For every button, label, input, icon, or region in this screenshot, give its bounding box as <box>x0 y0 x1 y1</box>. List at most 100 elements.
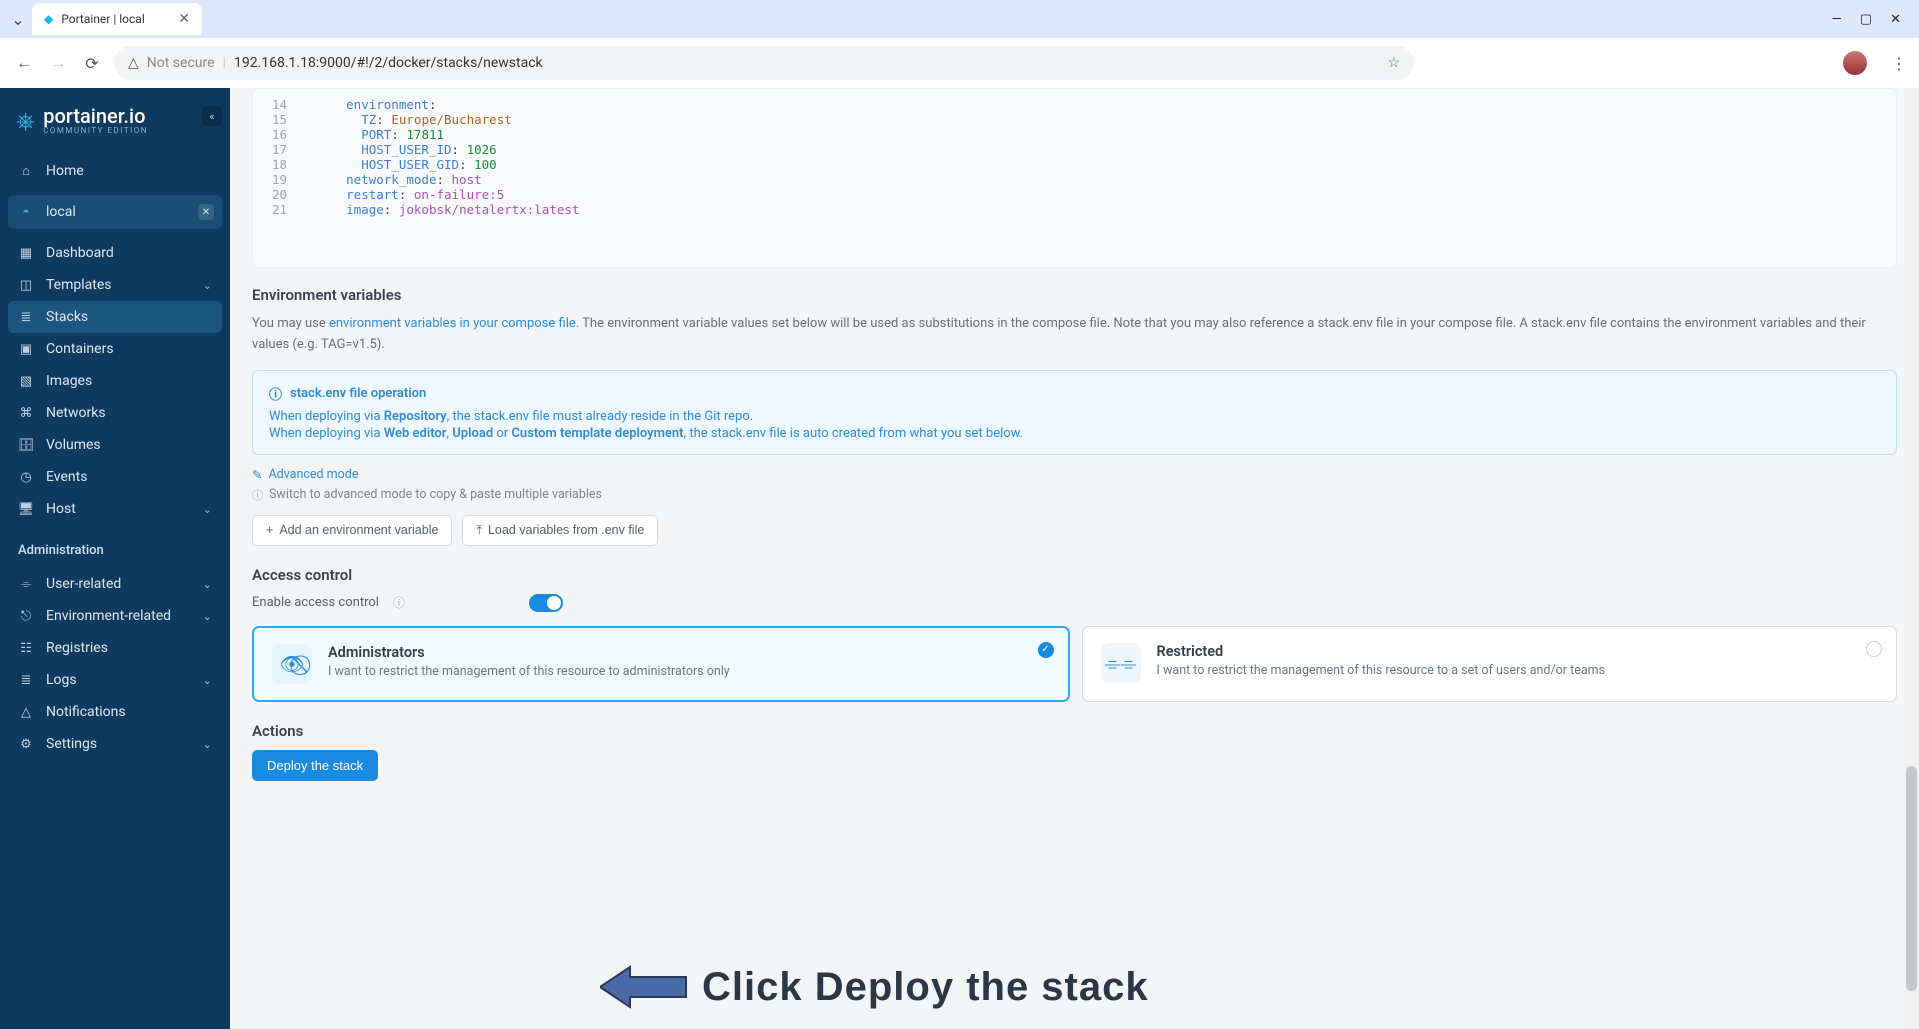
actions-heading: Actions <box>252 722 1897 740</box>
nav-icon: ≣ <box>18 673 34 688</box>
environment-name: local <box>46 204 76 220</box>
docker-icon: ◓ <box>18 204 34 220</box>
forward-icon[interactable]: → <box>46 53 70 73</box>
back-icon[interactable]: ← <box>12 53 36 73</box>
close-window-icon[interactable]: ✕ <box>1890 12 1901 27</box>
code-line: 21 image: jokobsk/netalertx:latest <box>253 202 1896 217</box>
portainer-logo-icon: ⎈ <box>16 107 35 135</box>
env-vars-help: You may use environment variables in you… <box>252 314 1897 356</box>
sidebar-item-user-related[interactable]: ⌯User-related⌄ <box>8 568 222 600</box>
annotation-text: Click Deploy the stack <box>702 965 1149 1010</box>
chevron-down-icon: ⌄ <box>203 610 212 623</box>
profile-avatar[interactable] <box>1843 51 1867 75</box>
env-close-icon[interactable]: ✕ <box>198 204 214 220</box>
sidebar-item-notifications[interactable]: △Notifications <box>8 696 222 728</box>
chevron-down-icon: ⌄ <box>203 578 212 591</box>
code-line: 16 PORT: 17811 <box>253 127 1896 142</box>
brand-logo[interactable]: ⎈ portainer.io COMMUNITY EDITION « <box>8 100 222 151</box>
hint-icon: ⓘ <box>252 487 263 503</box>
nav-icon: △ <box>18 705 34 720</box>
add-env-var-button[interactable]: + Add an environment variable <box>252 515 452 546</box>
upload-icon: ⤒ <box>476 523 482 538</box>
nav-icon: ▦ <box>18 246 34 261</box>
tabs-dropdown-icon[interactable]: ⌄ <box>8 10 28 29</box>
advanced-mode-link[interactable]: Advanced mode <box>268 467 358 482</box>
sidebar-environment[interactable]: ◓ local ✕ <box>8 195 222 229</box>
stackenv-info-box: ⓘ stack.env file operation When deployin… <box>252 370 1897 455</box>
code-editor[interactable]: 14 environment:15 TZ: Europe/Bucharest16… <box>252 88 1897 268</box>
card-selected-check-icon: ✓ <box>1038 642 1054 658</box>
code-line: 14 environment: <box>253 97 1896 112</box>
access-card-administrators[interactable]: 👁︎⃠ Administrators I want to restrict th… <box>252 626 1070 702</box>
nav-icon: ◫ <box>18 278 34 293</box>
chevron-down-icon: ⌄ <box>203 503 212 516</box>
annotation-overlay: Click Deploy the stack <box>600 963 1149 1011</box>
code-line: 20 restart: on-failure:5 <box>253 187 1896 202</box>
sidebar-item-events[interactable]: ◷Events <box>8 461 222 493</box>
url-text: 192.168.1.18:9000/#!/2/docker/stacks/new… <box>234 55 543 71</box>
nav-icon: ▧ <box>18 374 34 389</box>
code-line: 15 TZ: Europe/Bucharest <box>253 112 1896 127</box>
deploy-stack-button[interactable]: Deploy the stack <box>252 750 378 781</box>
not-secure-icon: △ <box>128 55 139 71</box>
window-controls: — ▢ ✕ <box>1832 12 1919 27</box>
env-vars-heading: Environment variables <box>252 286 1897 304</box>
chevron-down-icon: ⌄ <box>203 738 212 751</box>
sidebar-item-stacks[interactable]: ≣Stacks <box>8 301 222 333</box>
home-icon: ⌂ <box>18 163 34 179</box>
sidebar-item-environment-related[interactable]: ⎋Environment-related⌄ <box>8 600 222 632</box>
edit-icon: ✎ <box>252 467 262 483</box>
sidebar: ⎈ portainer.io COMMUNITY EDITION « ⌂ Hom… <box>0 88 230 1029</box>
bookmark-star-icon[interactable]: ☆ <box>1387 55 1400 71</box>
sidebar-home[interactable]: ⌂ Home <box>8 155 222 187</box>
access-card-restricted[interactable]: ⌯⌯ Restricted I want to restrict the man… <box>1082 626 1898 702</box>
reload-icon[interactable]: ⟳ <box>80 54 104 73</box>
sidebar-item-containers[interactable]: ▣Containers <box>8 333 222 365</box>
sidebar-item-host[interactable]: 🖥Host⌄ <box>8 493 222 525</box>
access-toggle-label: Enable access control <box>252 595 379 610</box>
sidebar-item-registries[interactable]: ☷Registries <box>8 632 222 664</box>
eye-off-icon: 👁︎⃠ <box>279 652 304 676</box>
arrow-left-icon <box>600 963 690 1011</box>
browser-tab[interactable]: ◆ Portainer | local ✕ <box>32 3 202 35</box>
load-env-file-button[interactable]: ⤒ Load variables from .env file <box>462 515 658 546</box>
nav-icon: ⎋ <box>18 609 34 624</box>
collapse-sidebar-icon[interactable]: « <box>202 106 222 126</box>
nav-icon: 🗄 <box>18 438 34 453</box>
nav-icon: ☷ <box>18 641 34 656</box>
sidebar-item-volumes[interactable]: 🗄Volumes <box>8 429 222 461</box>
sidebar-item-dashboard[interactable]: ▦Dashboard <box>8 237 222 269</box>
sidebar-item-logs[interactable]: ≣Logs⌄ <box>8 664 222 696</box>
sidebar-item-templates[interactable]: ◫Templates⌄ <box>8 269 222 301</box>
address-bar[interactable]: △ Not secure | 192.168.1.18:9000/#!/2/do… <box>114 46 1414 80</box>
access-control-heading: Access control <box>252 566 1897 584</box>
card-desc-restricted: I want to restrict the management of thi… <box>1157 663 1879 678</box>
browser-chrome: ⌄ ◆ Portainer | local ✕ — ▢ ✕ ← → ⟳ △ No… <box>0 0 1919 88</box>
tab-title: Portainer | local <box>61 12 145 26</box>
browser-menu-icon[interactable]: ⋮ <box>1891 54 1907 73</box>
nav-icon: ⌯ <box>18 577 34 592</box>
sidebar-section-admin: Administration <box>8 529 222 564</box>
help-icon[interactable]: ⓘ <box>393 594 405 611</box>
card-radio-icon <box>1866 641 1882 657</box>
env-vars-doc-link[interactable]: environment variables in your compose fi… <box>329 316 576 331</box>
sidebar-item-images[interactable]: ▧Images <box>8 365 222 397</box>
card-title-restricted: Restricted <box>1157 643 1879 660</box>
minimize-icon[interactable]: — <box>1832 12 1842 27</box>
nav-icon: ⌘ <box>18 406 34 421</box>
sidebar-home-label: Home <box>46 163 84 179</box>
nav-icon: ≣ <box>18 310 34 325</box>
vertical-scrollbar[interactable] <box>1904 88 1919 1029</box>
brand-edition: COMMUNITY EDITION <box>43 126 148 135</box>
access-control-toggle[interactable] <box>529 594 563 612</box>
sidebar-item-settings[interactable]: ⚙Settings⌄ <box>8 728 222 760</box>
sidebar-item-networks[interactable]: ⌘Networks <box>8 397 222 429</box>
security-label: Not secure <box>147 55 215 71</box>
tab-close-icon[interactable]: ✕ <box>178 11 190 27</box>
nav-icon: ▣ <box>18 342 34 357</box>
nav-icon: 🖥 <box>18 502 34 517</box>
code-line: 18 HOST_USER_GID: 100 <box>253 157 1896 172</box>
tab-favicon: ◆ <box>44 12 53 26</box>
maximize-icon[interactable]: ▢ <box>1860 12 1872 27</box>
chevron-down-icon: ⌄ <box>203 279 212 292</box>
